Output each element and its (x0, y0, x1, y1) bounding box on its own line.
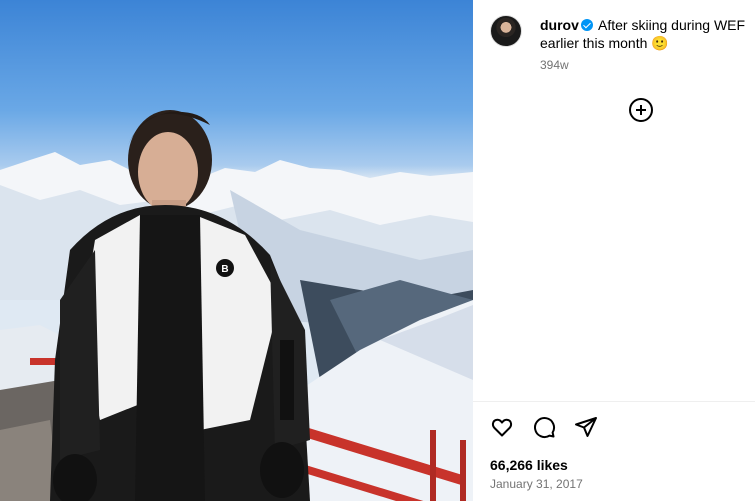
verified-badge-icon (580, 19, 593, 31)
heart-icon (491, 418, 513, 437)
svg-text:B: B (221, 264, 228, 275)
post-date[interactable]: January 31, 2017 (490, 477, 583, 491)
divider (473, 401, 755, 402)
post-caption: durov After skiing during WEF earlier th… (540, 16, 750, 52)
username-link[interactable]: durov (540, 17, 579, 33)
post-time-ago[interactable]: 394w (540, 58, 569, 72)
likes-count[interactable]: 66,266 likes (490, 457, 568, 473)
avatar[interactable] (490, 15, 522, 47)
paper-plane-icon (575, 417, 597, 437)
plus-circle-icon[interactable] (629, 98, 653, 122)
share-button[interactable] (573, 414, 599, 440)
photo-scene: B (0, 110, 473, 501)
action-bar (489, 414, 599, 442)
post-photo[interactable]: B (0, 0, 473, 501)
comment-bubble-icon (534, 417, 556, 439)
comment-button[interactable] (531, 414, 557, 440)
like-button[interactable] (489, 414, 515, 440)
post-details-panel: durov After skiing during WEF earlier th… (473, 0, 755, 501)
